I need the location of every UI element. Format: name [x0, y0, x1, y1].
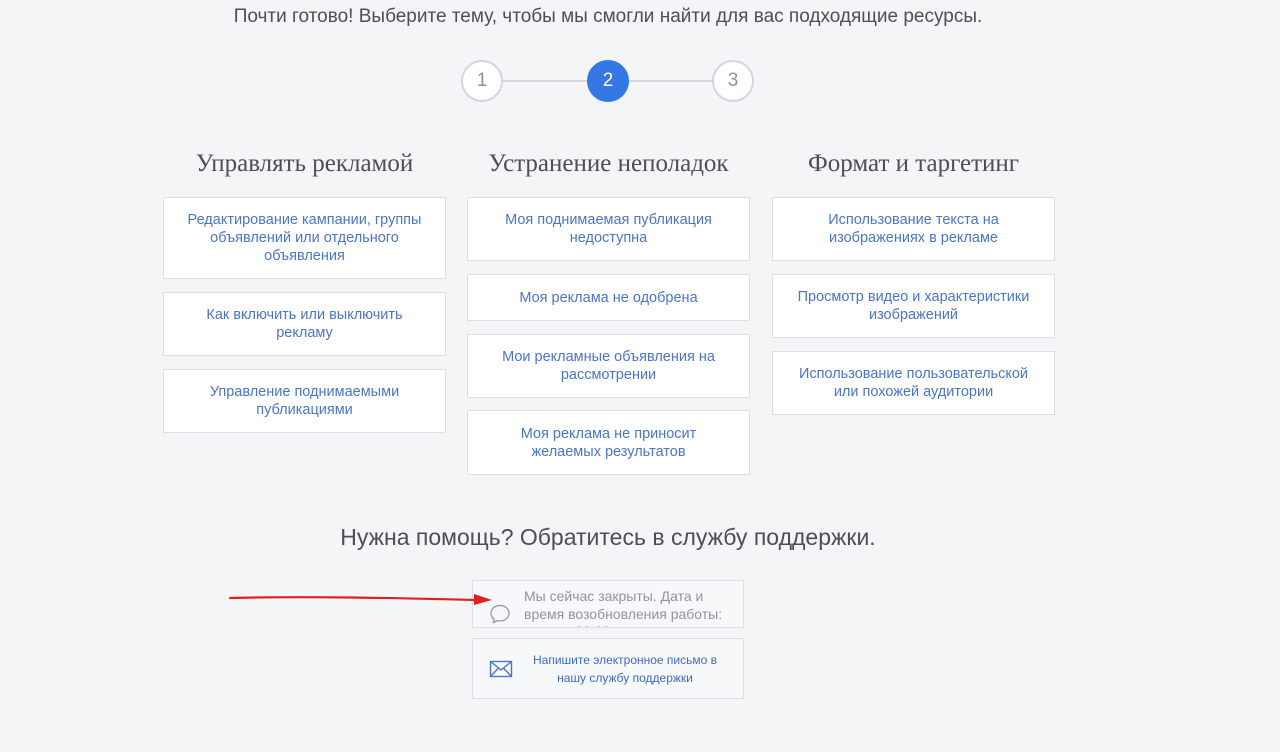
column-title: Устранение неполадок	[488, 150, 729, 177]
column-manage-ads: Управлять рекламой Редактирование кампан…	[163, 150, 446, 440]
topic-card-boosted-unavailable[interactable]: Моя поднимаемая публикация недоступна	[467, 197, 750, 261]
email-support-button[interactable]: Напишите электронное письмо в нашу служб…	[472, 638, 744, 699]
topic-card-no-results[interactable]: Моя реклама не приносит желаемых результ…	[467, 410, 750, 475]
chat-status-text: Мы сейчас закрыты. Дата и время возобнов…	[524, 588, 723, 627]
progress-stepper: 1 2 3	[461, 60, 754, 102]
step-connector	[503, 80, 587, 82]
topic-card-boosted-posts[interactable]: Управление поднимаемыми публикациями	[163, 369, 446, 433]
support-page: Почти готово! Выберите тему, чтобы мы см…	[0, 0, 1280, 752]
topic-card-ads-in-review[interactable]: Мои рекламные объявления на рассмотрении	[467, 334, 750, 398]
topic-card-custom-audience[interactable]: Использование пользовательской или похож…	[772, 351, 1055, 415]
email-support-label: Напишите электронное письмо в нашу служб…	[532, 653, 718, 685]
annotation-arrow	[228, 594, 492, 605]
column-troubleshooting: Устранение неполадок Моя поднимаемая пуб…	[467, 150, 750, 480]
topic-card-video-specs[interactable]: Просмотр видео и характеристики изображе…	[772, 274, 1055, 338]
help-heading: Нужна помощь? Обратитесь в службу поддер…	[340, 524, 876, 550]
envelope-icon	[489, 660, 513, 683]
step-3[interactable]: 3	[712, 60, 754, 102]
chat-support-status: Мы сейчас закрыты. Дата и время возобнов…	[472, 580, 744, 628]
topic-card-ad-not-approved[interactable]: Моя реклама не одобрена	[467, 274, 750, 321]
topic-card-edit-campaign[interactable]: Редактирование кампании, группы объявлен…	[163, 197, 446, 279]
column-title: Формат и таргетинг	[807, 150, 1020, 177]
topic-card-text-in-images[interactable]: Использование текста на изображениях в р…	[772, 197, 1055, 261]
step-1[interactable]: 1	[461, 60, 503, 102]
intro-text: Почти готово! Выберите тему, чтобы мы см…	[233, 6, 983, 27]
step-2-current[interactable]: 2	[587, 60, 629, 102]
column-format-targeting: Формат и таргетинг Использование текста …	[772, 150, 1055, 420]
column-title: Управлять рекламой	[195, 150, 414, 177]
step-connector	[629, 80, 713, 82]
topic-card-toggle-ads[interactable]: Как включить или выключить рекламу	[163, 292, 446, 356]
